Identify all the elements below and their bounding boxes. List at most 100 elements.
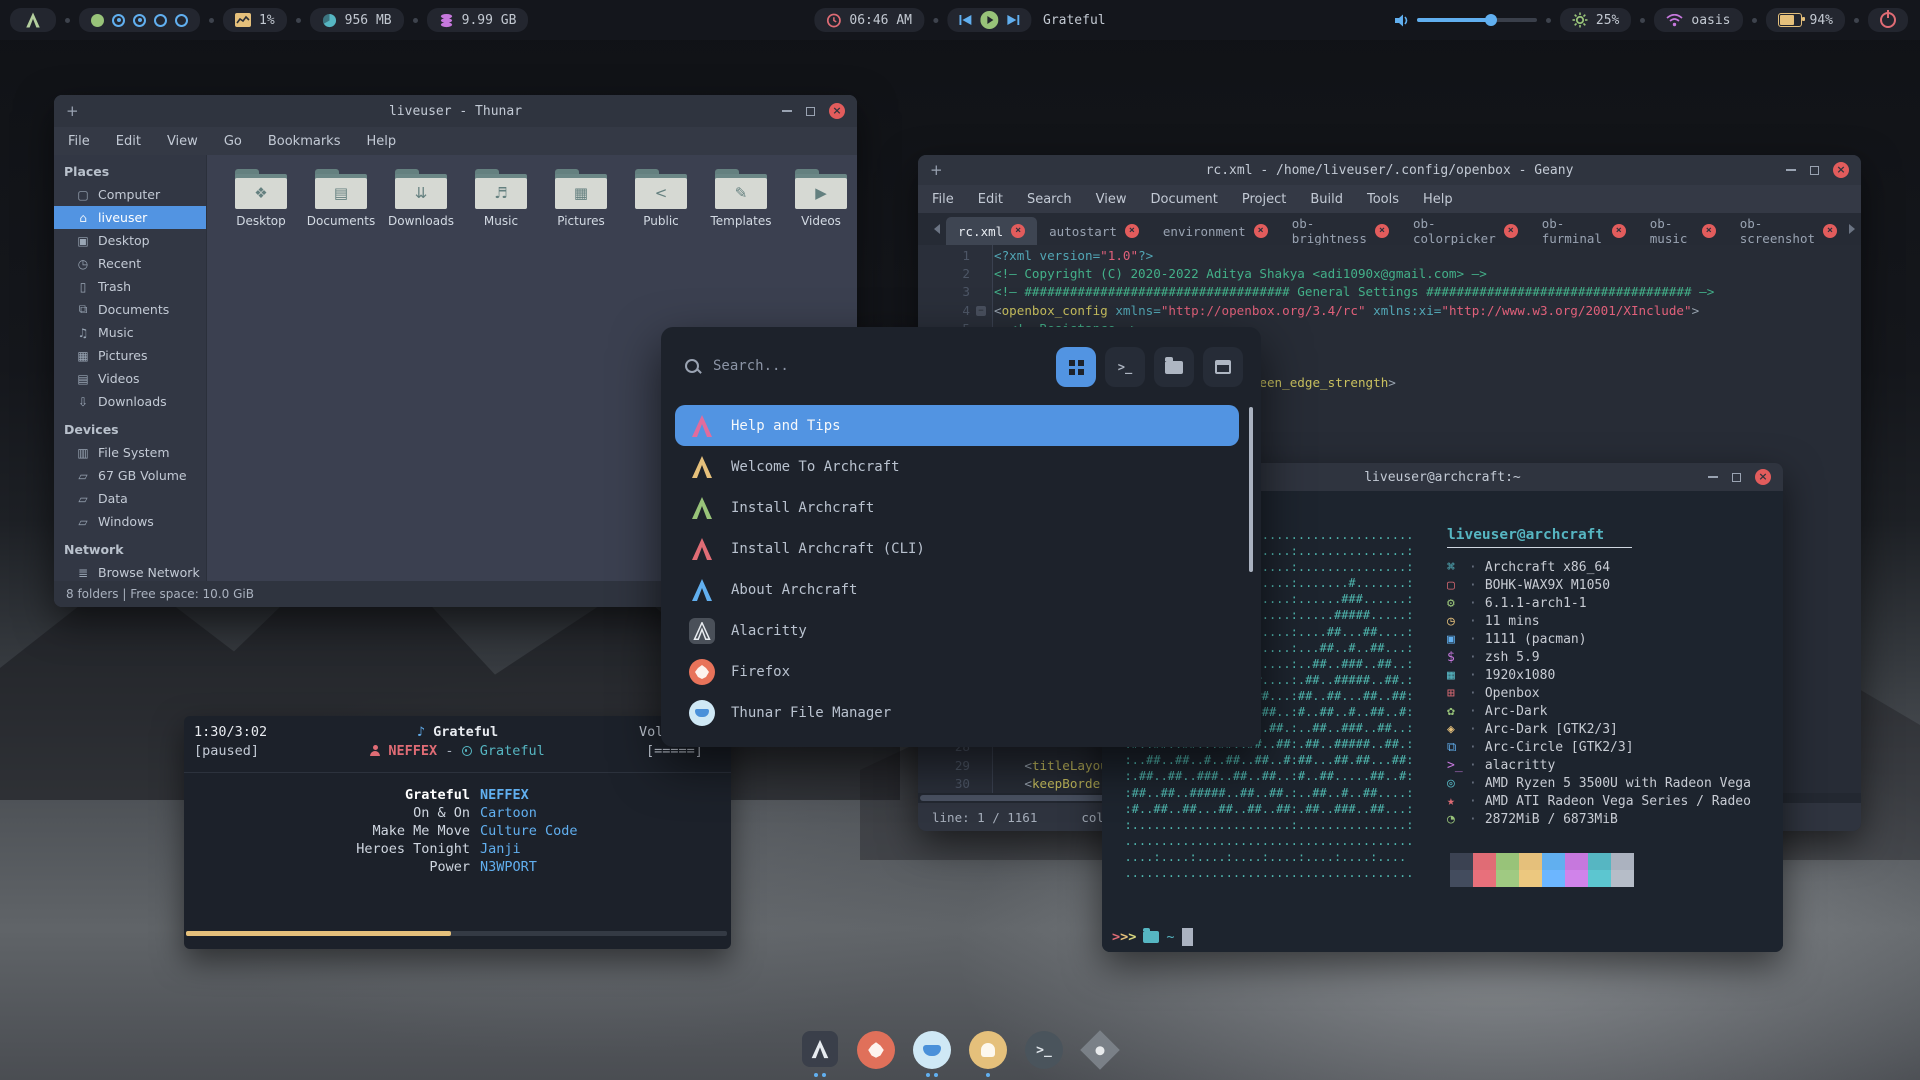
geany-menu-project[interactable]: Project <box>1242 192 1286 207</box>
folder-downloads[interactable]: ⇊Downloads <box>383 169 459 228</box>
folder-documents[interactable]: ▤Documents <box>303 169 379 228</box>
minimize-button[interactable] <box>1708 476 1718 478</box>
launcher-search-bar[interactable] <box>685 357 1041 375</box>
sidebar-item-recent[interactable]: ◷Recent <box>54 252 206 275</box>
launcher-item-welcome-to-archcraft[interactable]: Welcome To Archcraft <box>675 446 1239 487</box>
window-menu-icon[interactable]: + <box>930 161 943 179</box>
volume-slider[interactable] <box>1417 18 1537 22</box>
dock-item-terminal[interactable]: >_ <box>1024 1031 1064 1075</box>
geany-menu-file[interactable]: File <box>932 192 954 207</box>
launcher-item-install-archcraft-cli-[interactable]: Install Archcraft (CLI) <box>675 528 1239 569</box>
seek-bar[interactable] <box>186 931 727 936</box>
geany-menu-help[interactable]: Help <box>1423 192 1453 207</box>
sidebar-item-documents[interactable]: ⧉Documents <box>54 298 206 321</box>
network-module[interactable]: oasis <box>1654 8 1742 32</box>
folder-music[interactable]: ♬Music <box>463 169 539 228</box>
workspace-dot-5[interactable] <box>175 14 188 27</box>
dock-item-thunar[interactable] <box>912 1031 952 1075</box>
workspace-dot-2[interactable] <box>112 14 125 27</box>
close-button[interactable] <box>1833 162 1849 178</box>
playlist-row[interactable]: Heroes TonightJanji <box>184 840 731 858</box>
minimize-button[interactable] <box>1786 169 1796 171</box>
sidebar-item-trash[interactable]: ▯Trash <box>54 275 206 298</box>
tab-rc.xml[interactable]: rc.xml <box>946 217 1037 245</box>
sidebar-item-pictures[interactable]: ▦Pictures <box>54 344 206 367</box>
playlist-row[interactable]: On & OnCartoon <box>184 804 731 822</box>
sidebar-item-browse-network[interactable]: ≣Browse Network <box>54 561 206 581</box>
mode-button-windows[interactable] <box>1203 347 1243 387</box>
folder-pictures[interactable]: ▦Pictures <box>543 169 619 228</box>
thunar-menu-file[interactable]: File <box>68 134 90 149</box>
close-button[interactable] <box>829 103 845 119</box>
tab-close-icon[interactable] <box>1375 224 1389 238</box>
power-button[interactable] <box>1868 8 1908 32</box>
playlist-row[interactable]: GratefulNEFFEX <box>184 786 731 804</box>
mode-button-run[interactable]: >_ <box>1105 347 1145 387</box>
sidebar-item-windows[interactable]: ▱Windows <box>54 510 206 533</box>
maximize-button[interactable] <box>1810 166 1819 175</box>
workspace-switcher[interactable] <box>79 8 200 32</box>
tab-ob-brightness[interactable]: ob-brightness <box>1280 217 1401 245</box>
launcher-item-firefox[interactable]: Firefox <box>675 651 1239 692</box>
tab-environment[interactable]: environment <box>1151 217 1280 245</box>
tab-close-icon[interactable] <box>1612 224 1626 238</box>
sidebar-item-desktop[interactable]: ▣Desktop <box>54 229 206 252</box>
launcher-item-alacritty[interactable]: Alacritty <box>675 610 1239 651</box>
tab-scroll-right-icon[interactable] <box>1849 224 1855 234</box>
tab-ob-screenshot[interactable]: ob-screenshot <box>1728 217 1849 245</box>
launcher-item-thunar-file-manager[interactable]: Thunar File Manager <box>675 692 1239 733</box>
playlist-row[interactable]: Make Me MoveCulture Code <box>184 822 731 840</box>
sidebar-item-liveuser[interactable]: ⌂liveuser <box>54 206 206 229</box>
maximize-button[interactable] <box>1732 473 1741 482</box>
sidebar-item-data[interactable]: ▱Data <box>54 487 206 510</box>
geany-menu-edit[interactable]: Edit <box>978 192 1003 207</box>
thunar-menu-go[interactable]: Go <box>224 134 242 149</box>
tab-ob-music[interactable]: ob-music <box>1638 217 1728 245</box>
window-menu-icon[interactable]: + <box>66 102 79 120</box>
folder-public[interactable]: <Public <box>623 169 699 228</box>
launcher-item-help-and-tips[interactable]: Help and Tips <box>675 405 1239 446</box>
tab-close-icon[interactable] <box>1254 224 1268 238</box>
sidebar-item-music[interactable]: ♫Music <box>54 321 206 344</box>
sidebar-item-videos[interactable]: ▤Videos <box>54 367 206 390</box>
tab-autostart[interactable]: autostart <box>1037 217 1151 245</box>
dock-item-launcher[interactable] <box>1080 1031 1120 1075</box>
minimize-button[interactable] <box>782 110 792 112</box>
tab-close-icon[interactable] <box>1504 224 1518 238</box>
thunar-titlebar[interactable]: + liveuser - Thunar <box>54 95 857 127</box>
thunar-menu-view[interactable]: View <box>167 134 198 149</box>
tab-scroll-left-icon[interactable] <box>934 224 940 234</box>
app-launcher-button[interactable] <box>10 8 56 32</box>
playlist-row[interactable]: PowerN3WPORT <box>184 858 731 876</box>
fold-marker-icon[interactable]: − <box>976 306 986 316</box>
thunar-menu-help[interactable]: Help <box>366 134 396 149</box>
close-button[interactable] <box>1755 469 1771 485</box>
tab-close-icon[interactable] <box>1011 224 1025 238</box>
thunar-menu-bookmarks[interactable]: Bookmarks <box>268 134 341 149</box>
search-input[interactable] <box>711 357 1041 375</box>
tab-close-icon[interactable] <box>1125 224 1139 238</box>
tab-ob-colorpicker[interactable]: ob-colorpicker <box>1401 217 1530 245</box>
launcher-item-about-archcraft[interactable]: About Archcraft <box>675 569 1239 610</box>
dock-item-firefox[interactable] <box>856 1031 896 1075</box>
geany-menu-build[interactable]: Build <box>1310 192 1343 207</box>
folder-templates[interactable]: ✎Templates <box>703 169 779 228</box>
workspace-dot-4[interactable] <box>154 14 167 27</box>
sidebar-item-file-system[interactable]: ▥File System <box>54 441 206 464</box>
scrollbar-handle[interactable] <box>920 795 1130 801</box>
next-track-icon[interactable] <box>1006 14 1019 26</box>
geany-menu-document[interactable]: Document <box>1150 192 1217 207</box>
geany-titlebar[interactable]: + rc.xml - /home/liveuser/.config/openbo… <box>918 155 1861 185</box>
geany-menu-tools[interactable]: Tools <box>1367 192 1399 207</box>
sidebar-item-67-gb-volume[interactable]: ▱67 GB Volume <box>54 464 206 487</box>
workspace-dot-3[interactable] <box>133 14 146 27</box>
dock-item-archcraft[interactable] <box>800 1031 840 1075</box>
volume-slider-knob[interactable] <box>1485 14 1497 26</box>
launcher-item-install-archcraft[interactable]: Install Archcraft <box>675 487 1239 528</box>
folder-desktop[interactable]: ❖Desktop <box>223 169 299 228</box>
scrollbar-handle[interactable] <box>1249 407 1253 572</box>
sidebar-item-computer[interactable]: ▢Computer <box>54 183 206 206</box>
mode-button-apps[interactable] <box>1056 347 1096 387</box>
workspace-dot-1[interactable] <box>91 14 104 27</box>
volume-icon[interactable] <box>1394 13 1411 28</box>
